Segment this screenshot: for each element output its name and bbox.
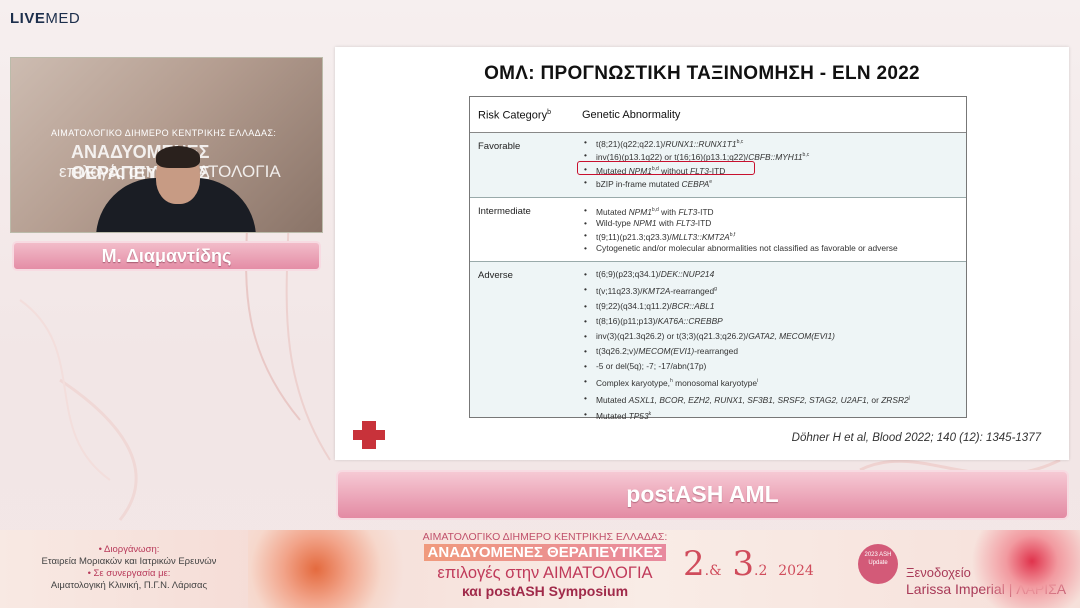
highlight-box	[577, 161, 755, 175]
list-item: t(9;11)(p21.3;q23.3)/MLLT3::KMT2Ab,f	[582, 230, 898, 243]
list-item: Complex karyotype,h monosomal karyotypei	[582, 374, 910, 391]
table-row: Adverse t(6;9)(p23;q34.1)/DEK::NUP214 t(…	[470, 262, 966, 422]
list-item: bZIP in-frame mutated CEBPAe	[582, 177, 809, 190]
organizer-header: • Διοργάνωση:	[98, 544, 160, 555]
organizer-name: Εταιρεία Μοριακών και Ιατρικών Ερευνών	[41, 556, 217, 567]
decorative-art-left	[248, 530, 418, 608]
video-banner-text: ΑΙΜΑΤΟΛΟΓΙΚΟ ΔΙΗΜΕΡΟ ΚΕΝΤΡΙΚΗΣ ΕΛΛΑΔΑΣ:	[51, 128, 277, 138]
list-item: Mutated NPM1b,d with FLT3-ITD	[582, 205, 898, 218]
list-item: t(9;22)(q34.1;q11.2)/BCR::ABL1	[582, 299, 910, 314]
adverse-list: t(6;9)(p23;q34.1)/DEK::NUP214 t(v;11q23.…	[582, 267, 910, 424]
presentation-slide: ΟΜΛ: ΠΡΟΓΝΩΣΤΙΚΗ ΤΑΞΙΝΟΜΗΣΗ - ELN 2022 R…	[335, 47, 1069, 460]
category-favorable: Favorable	[478, 141, 521, 152]
event-line3: επιλογές στην ΑΙΜΑΤΟΛΟΓΙΑ	[437, 564, 653, 582]
citation: Döhner H et al, Blood 2022; 140 (12): 13…	[791, 432, 1041, 444]
event-footer: • Διοργάνωση: Εταιρεία Μοριακών και Ιατρ…	[0, 530, 1080, 608]
organizer-block: • Διοργάνωση: Εταιρεία Μοριακών και Ιατρ…	[24, 544, 234, 592]
collab-header: • Σε συνεργασία με:	[87, 568, 171, 579]
collab-name: Αιματολογική Κλινική, Π.Γ.Ν. Λάρισας	[50, 580, 208, 591]
event-line2: ΑΝΑΔΥΟΜΕΝΕΣ ΘΕΡΑΠΕΥΤΙΚΕΣ	[423, 544, 667, 561]
list-item: t(6;9)(p23;q34.1)/DEK::NUP214	[582, 267, 910, 282]
list-item: Mutated ASXL1, BCOR, EZH2, RUNX1, SF3B1,…	[582, 391, 910, 408]
logo-live: LIVE	[10, 10, 46, 27]
decorative-art-right	[960, 530, 1080, 608]
speaker-hair	[156, 146, 200, 168]
list-item: t(3q26.2;v)/MECOM(EVI1)-rearranged	[582, 344, 910, 359]
ash-update-badge: 2023 ASH Update	[858, 544, 898, 584]
intermediate-list: Mutated NPM1b,d with FLT3-ITD Wild-type …	[582, 205, 898, 255]
slide-title: ΟΜΛ: ΠΡΟΓΝΩΣΤΙΚΗ ΤΑΞΙΝΟΜΗΣΗ - ELN 2022	[484, 63, 920, 84]
livemed-logo: LIVEMED	[10, 10, 80, 27]
list-item: inv(3)(q21.3q26.2) or t(3;3)(q21.3;q26.2…	[582, 329, 910, 344]
eln-risk-table: Risk Categoryb Genetic Abnormality Favor…	[469, 96, 967, 422]
table-header: Risk Categoryb Genetic Abnormality	[470, 97, 966, 133]
event-line1: ΑΙΜΑΤΟΛΟΓΙΚΟ ΔΙΗΜΕΡΟ ΚΕΝΤΡΙΚΗΣ ΕΛΛΑΔΑΣ:	[422, 531, 668, 543]
category-intermediate: Intermediate	[478, 206, 531, 217]
session-title: postASH AML	[336, 470, 1069, 520]
event-title: ΑΙΜΑΤΟΛΟΓΙΚΟ ΔΙΗΜΕΡΟ ΚΕΝΤΡΙΚΗΣ ΕΛΛΑΔΑΣ: …	[410, 531, 680, 599]
category-adverse: Adverse	[478, 270, 513, 281]
list-item: t(8;21)(q22;q22.1)/RUNX1::RUNX1T1b,c	[582, 137, 809, 150]
speaker-video: ΑΙΜΑΤΟΛΟΓΙΚΟ ΔΙΗΜΕΡΟ ΚΕΝΤΡΙΚΗΣ ΕΛΛΑΔΑΣ: …	[10, 57, 323, 233]
list-item: Wild-type NPM1 with FLT3-ITD	[582, 218, 898, 230]
list-item: -5 or del(5q); -7; -17/abn(17p)	[582, 359, 910, 374]
event-line4: και postASH Symposium	[461, 583, 629, 599]
col-genetic-abnormality: Genetic Abnormality	[582, 109, 681, 121]
event-dates: 2.& 3.2 2024	[683, 544, 814, 584]
logo-med: MED	[45, 10, 81, 27]
list-item: t(8;16)(p11;p13)/KAT6A::CREBBP	[582, 314, 910, 329]
list-item: Cytogenetic and/or molecular abnormaliti…	[582, 243, 898, 255]
speaker-name: Μ. Διαμαντίδης	[12, 241, 321, 271]
table-row: Favorable t(8;21)(q22;q22.1)/RUNX1::RUNX…	[470, 133, 966, 198]
table-row: Intermediate Mutated NPM1b,d with FLT3-I…	[470, 198, 966, 262]
list-item: t(v;11q23.3)/KMT2A-rearrangedg	[582, 282, 910, 299]
col-risk-category: Risk Categoryb	[478, 109, 551, 122]
hospital-logo-icon	[353, 421, 385, 449]
list-item: Mutated TP53k	[582, 407, 910, 424]
